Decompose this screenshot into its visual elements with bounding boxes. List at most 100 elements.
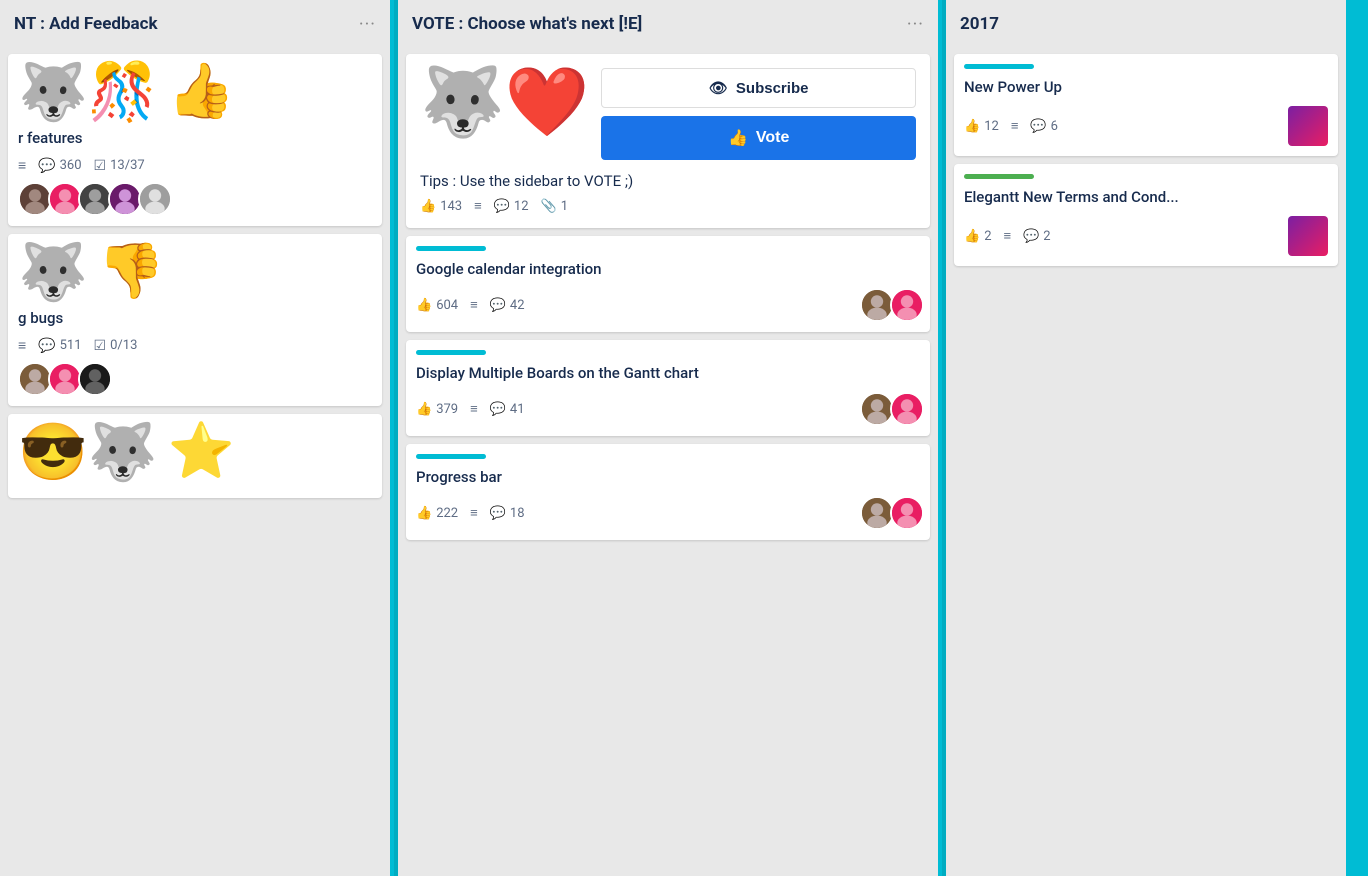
thumbs-up-emoji: 👍 bbox=[167, 65, 234, 119]
progress-bottom: 👍 222 ≡ 💬 18 bbox=[416, 496, 920, 530]
avatar-5 bbox=[138, 182, 172, 216]
column-middle-header: VOTE : Choose what's next [!E] ··· bbox=[398, 0, 938, 48]
progress-thumbs-icon: 👍 bbox=[416, 506, 432, 521]
power-up-bar bbox=[964, 64, 1034, 69]
avatar-1 bbox=[18, 182, 52, 216]
hero-like-count: 143 bbox=[440, 199, 462, 214]
terms-comment-count: 2 bbox=[1043, 229, 1050, 244]
gcal-comments: 💬 42 bbox=[490, 298, 525, 313]
vote-button[interactable]: 👍 Vote bbox=[601, 116, 916, 160]
gantt-bar bbox=[416, 350, 486, 355]
hero-meta: 👍 143 ≡ 💬 12 📎 1 bbox=[420, 198, 916, 214]
avatar-bugs-2 bbox=[48, 362, 82, 396]
checklist-count: 13/37 bbox=[110, 158, 145, 173]
checklist-icon: ☑ bbox=[94, 158, 107, 174]
comment-count: 360 bbox=[60, 158, 82, 173]
terms-thumbs-icon: 👍 bbox=[964, 229, 980, 244]
column-right-header: 2017 bbox=[946, 0, 1346, 48]
card-gcal[interactable]: Google calendar integration 👍 604 ≡ bbox=[406, 236, 930, 332]
power-up-badge bbox=[1288, 106, 1328, 146]
column-left-body: 🐺🎊 👍 r features ≡ 💬 360 ☑ 13/37 bbox=[0, 48, 390, 876]
paperclip-hero-icon: 📎 bbox=[541, 199, 557, 214]
list-hero-icon: ≡ bbox=[474, 198, 482, 214]
meta-checklist: ☑ 13/37 bbox=[94, 158, 145, 174]
comment-icon: 💬 bbox=[38, 158, 55, 174]
power-up-comment-icon: 💬 bbox=[1030, 119, 1046, 134]
hero-comments: 💬 12 bbox=[494, 199, 529, 214]
comment-count-bugs: 511 bbox=[60, 338, 82, 353]
gantt-list: ≡ bbox=[470, 401, 478, 417]
power-up-list: ≡ bbox=[1011, 118, 1019, 134]
card-features[interactable]: 🐺🎊 👍 r features ≡ 💬 360 ☑ 13/37 bbox=[8, 54, 382, 226]
terms-list: ≡ bbox=[1004, 228, 1012, 244]
power-up-likes: 👍 12 bbox=[964, 119, 999, 134]
meta-list-icon-bugs: ≡ bbox=[18, 337, 26, 354]
gantt-comments: 💬 41 bbox=[490, 402, 525, 417]
progress-list: ≡ bbox=[470, 505, 478, 521]
gcal-comment-count: 42 bbox=[510, 298, 525, 313]
progress-avatar-2 bbox=[890, 496, 924, 530]
gantt-title: Display Multiple Boards on the Gantt cha… bbox=[416, 363, 920, 384]
middle-body-wrapper: 🐺❤️ 👁 Subscribe 👍 Vote Tip bbox=[398, 48, 938, 876]
hero-comment-count: 12 bbox=[514, 199, 529, 214]
avatar-bugs-1 bbox=[18, 362, 52, 396]
card-bugs-meta: ≡ 💬 511 ☑ 0/13 bbox=[18, 337, 372, 354]
power-up-title: New Power Up bbox=[964, 77, 1328, 98]
progress-comment-count: 18 bbox=[510, 506, 525, 521]
gantt-avatars bbox=[860, 392, 920, 426]
avatar-bugs-3 bbox=[78, 362, 112, 396]
card-features-meta: ≡ 💬 360 ☑ 13/37 bbox=[18, 157, 372, 174]
list-icon-bugs: ≡ bbox=[18, 337, 26, 354]
gantt-comment-count: 41 bbox=[510, 402, 525, 417]
vote-thumb-icon: 👍 bbox=[728, 128, 748, 148]
gcal-thumbs-icon: 👍 bbox=[416, 298, 432, 313]
column-middle-menu-icon[interactable]: ··· bbox=[907, 14, 924, 35]
column-right-body: New Power Up 👍 12 ≡ 💬 6 bbox=[946, 48, 1346, 876]
hero-actions: 👁 Subscribe 👍 Vote bbox=[601, 68, 916, 160]
board-container: NT : Add Feedback ··· 🐺🎊 👍 r features ≡ … bbox=[0, 0, 1368, 876]
power-up-list-icon: ≡ bbox=[1011, 118, 1019, 134]
terms-likes: 👍 2 bbox=[964, 229, 992, 244]
card-star[interactable]: 😎🐺 ⭐ bbox=[8, 414, 382, 498]
hero-card[interactable]: 🐺❤️ 👁 Subscribe 👍 Vote Tip bbox=[406, 54, 930, 228]
progress-avatars bbox=[860, 496, 920, 530]
column-left-menu-icon[interactable]: ··· bbox=[359, 14, 376, 35]
card-gantt[interactable]: Display Multiple Boards on the Gantt cha… bbox=[406, 340, 930, 436]
hero-wolf-emoji: 🐺❤️ bbox=[420, 68, 589, 136]
vote-label: Vote bbox=[756, 129, 789, 147]
card-progress[interactable]: Progress bar 👍 222 ≡ 💬 bbox=[406, 444, 930, 540]
gcal-bar bbox=[416, 246, 486, 251]
gcal-likes: 👍 604 bbox=[416, 298, 458, 313]
column-left-header: NT : Add Feedback ··· bbox=[0, 0, 390, 48]
meta-comments: 💬 360 bbox=[38, 158, 81, 174]
gcal-list: ≡ bbox=[470, 297, 478, 313]
gcal-list-icon: ≡ bbox=[470, 297, 478, 313]
gantt-thumbs-icon: 👍 bbox=[416, 402, 432, 417]
card-features-title: r features bbox=[18, 128, 372, 149]
subscribe-button[interactable]: 👁 Subscribe bbox=[601, 68, 916, 108]
progress-meta: 👍 222 ≡ 💬 18 bbox=[416, 505, 525, 521]
terms-meta: 👍 2 ≡ 💬 2 bbox=[964, 228, 1051, 244]
gcal-like-count: 604 bbox=[436, 298, 458, 313]
card-terms[interactable]: Elegantt New Terms and Cond... 👍 2 ≡ 💬 2 bbox=[954, 164, 1338, 266]
thumbs-down-emoji: 👎 bbox=[98, 245, 165, 299]
comment-icon-bugs: 💬 bbox=[38, 338, 55, 354]
hero-top: 🐺❤️ 👁 Subscribe 👍 Vote bbox=[420, 68, 916, 160]
terms-bottom: 👍 2 ≡ 💬 2 bbox=[964, 216, 1328, 256]
progress-title: Progress bar bbox=[416, 467, 920, 488]
card-power-up[interactable]: New Power Up 👍 12 ≡ 💬 6 bbox=[954, 54, 1338, 156]
gcal-avatar-1 bbox=[860, 288, 894, 322]
card-bugs[interactable]: 🐺 👎 g bugs ≡ 💬 511 ☑ 0/13 bbox=[8, 234, 382, 406]
gantt-comment-icon: 💬 bbox=[490, 402, 506, 417]
gantt-list-icon: ≡ bbox=[470, 401, 478, 417]
progress-bar-bar bbox=[416, 454, 486, 459]
gcal-avatars bbox=[860, 288, 920, 322]
progress-comment-icon: 💬 bbox=[490, 506, 506, 521]
hero-tip-title: Tips : Use the sidebar to VOTE ;) bbox=[420, 172, 916, 190]
checklist-icon-bugs: ☑ bbox=[94, 338, 107, 354]
thumbs-up-icon: 👍 bbox=[420, 199, 436, 214]
progress-likes: 👍 222 bbox=[416, 506, 458, 521]
wolf-sunglasses-emoji: 😎🐺 bbox=[18, 424, 157, 480]
terms-comments: 💬 2 bbox=[1023, 229, 1051, 244]
card-bugs-title: g bugs bbox=[18, 308, 372, 329]
